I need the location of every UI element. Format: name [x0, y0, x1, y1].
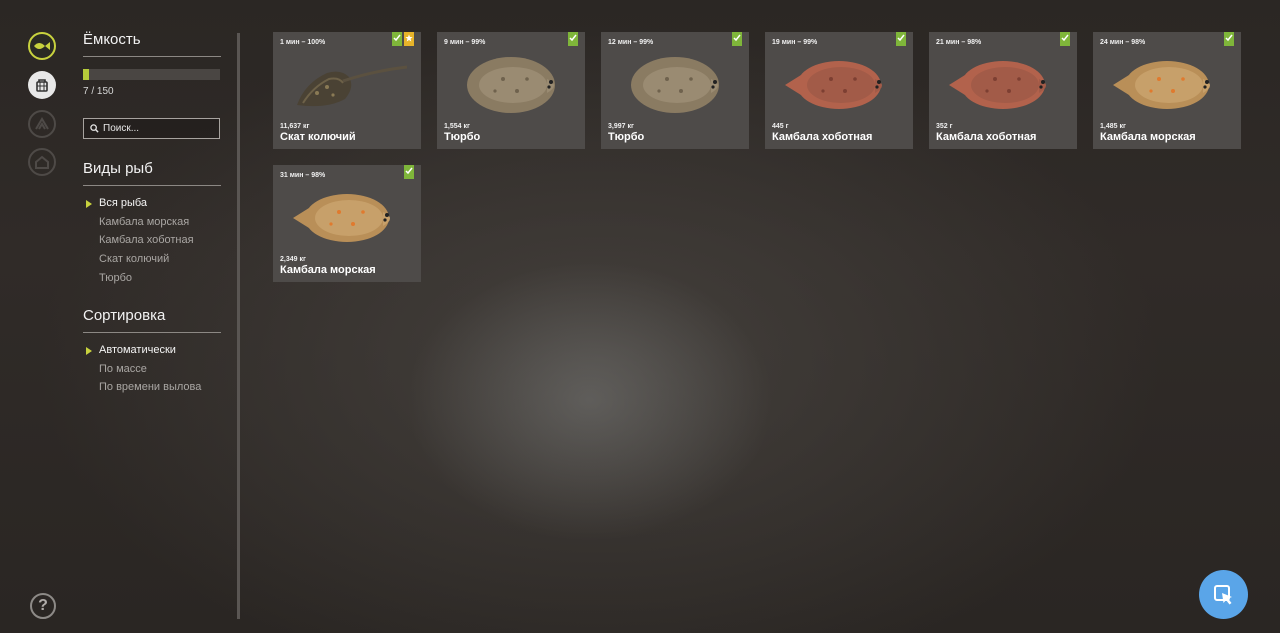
trophy-check-badge-icon	[568, 32, 578, 46]
species-option[interactable]: Камбала морская	[99, 216, 189, 228]
search-icon	[90, 124, 99, 133]
trophy-check-badge-icon	[896, 32, 906, 46]
fish-image	[949, 61, 1046, 109]
fish-image	[293, 194, 390, 242]
sort-option[interactable]: По массе	[99, 363, 147, 375]
trophy-check-badge-icon	[392, 32, 402, 46]
panel-divider	[237, 33, 240, 619]
fish-card[interactable]: 24 мин – 98% 1,485 кг Камбала морская	[1093, 32, 1241, 149]
fish-image	[1113, 61, 1210, 109]
fish-card[interactable]: 1 мин – 100% 11,637 кг Скат колючий	[273, 32, 421, 149]
fish-card[interactable]: 12 мин – 99% 3,997 кг Тюрбо	[601, 32, 749, 149]
fish-weight: 3,997 кг	[608, 123, 634, 130]
capacity-text: 7 / 150	[83, 86, 114, 97]
capacity-bar-fill	[83, 69, 90, 80]
fish-name: Камбала хоботная	[772, 131, 873, 143]
trophy-check-badge-icon	[404, 165, 414, 179]
fish-name: Камбала морская	[280, 264, 376, 276]
fish-name: Тюрбо	[608, 131, 645, 143]
trophy-check-badge-icon	[1224, 32, 1234, 46]
capacity-bar	[83, 69, 220, 80]
catch-time: 21 мин – 98%	[936, 39, 982, 46]
fish-weight: 1,485 кг	[1100, 123, 1126, 130]
fish-image	[631, 57, 719, 113]
fish-weight: 11,637 кг	[280, 123, 310, 130]
species-title: Виды рыб	[83, 160, 221, 186]
species-option[interactable]: Вся рыба	[99, 197, 147, 209]
thornback-ray-image	[297, 65, 408, 107]
catch-time: 19 мин – 99%	[772, 39, 818, 46]
fish-card[interactable]: 21 мин – 98% 352 г Камбала хоботная	[929, 32, 1077, 149]
tackle-icon[interactable]	[28, 110, 56, 138]
search-input[interactable]: Поиск...	[83, 118, 220, 139]
catch-time: 12 мин – 99%	[608, 39, 654, 46]
trophy-check-badge-icon	[732, 32, 742, 46]
fish-card[interactable]: 31 мин – 98% 2,349 кг Камбала морская	[273, 165, 421, 282]
fish-net-icon[interactable]	[28, 32, 56, 60]
selected-arrow-icon	[86, 347, 92, 355]
catch-time: 9 мин – 99%	[444, 39, 486, 46]
keepnet-icon[interactable]	[28, 71, 56, 99]
fish-card[interactable]: 19 мин – 99% 445 г Камбала хоботная	[765, 32, 913, 149]
icon-rail: ?	[0, 0, 80, 633]
selected-arrow-icon	[86, 200, 92, 208]
catch-time: 1 мин – 100%	[280, 39, 326, 46]
fish-image	[785, 61, 882, 109]
fish-weight: 1,554 кг	[444, 123, 470, 130]
trophy-check-badge-icon	[1060, 32, 1070, 46]
search-placeholder: Поиск...	[103, 123, 140, 134]
fish-weight: 2,349 кг	[280, 256, 306, 263]
catch-time: 24 мин – 98%	[1100, 39, 1146, 46]
help-label: ?	[38, 597, 48, 614]
help-button[interactable]: ?	[30, 593, 56, 619]
species-option[interactable]: Скат колючий	[99, 253, 169, 265]
sort-option[interactable]: По времени вылова	[99, 381, 201, 393]
fish-weight: 445 г	[772, 123, 789, 130]
cursor-mode-button[interactable]	[1199, 570, 1248, 619]
sort-title: Сортировка	[83, 307, 221, 333]
species-option[interactable]: Тюрбо	[99, 272, 132, 284]
cursor-icon	[1213, 584, 1232, 604]
catch-time: 31 мин – 98%	[280, 172, 326, 179]
fish-name: Тюрбо	[444, 131, 481, 143]
fish-weight: 352 г	[936, 123, 953, 130]
fish-name: Камбала морская	[1100, 131, 1196, 143]
fish-name: Камбала хоботная	[936, 131, 1037, 143]
sort-option[interactable]: Автоматически	[99, 344, 176, 356]
fish-name: Скат колючий	[280, 131, 356, 143]
fish-image	[467, 57, 555, 113]
fish-card[interactable]: 9 мин – 99% 1,554 кг Тюрбо	[437, 32, 585, 149]
home-icon[interactable]	[28, 148, 56, 176]
species-option[interactable]: Камбала хоботная	[99, 234, 194, 246]
star-badge-icon	[404, 32, 414, 46]
capacity-title: Ёмкость	[83, 31, 221, 57]
